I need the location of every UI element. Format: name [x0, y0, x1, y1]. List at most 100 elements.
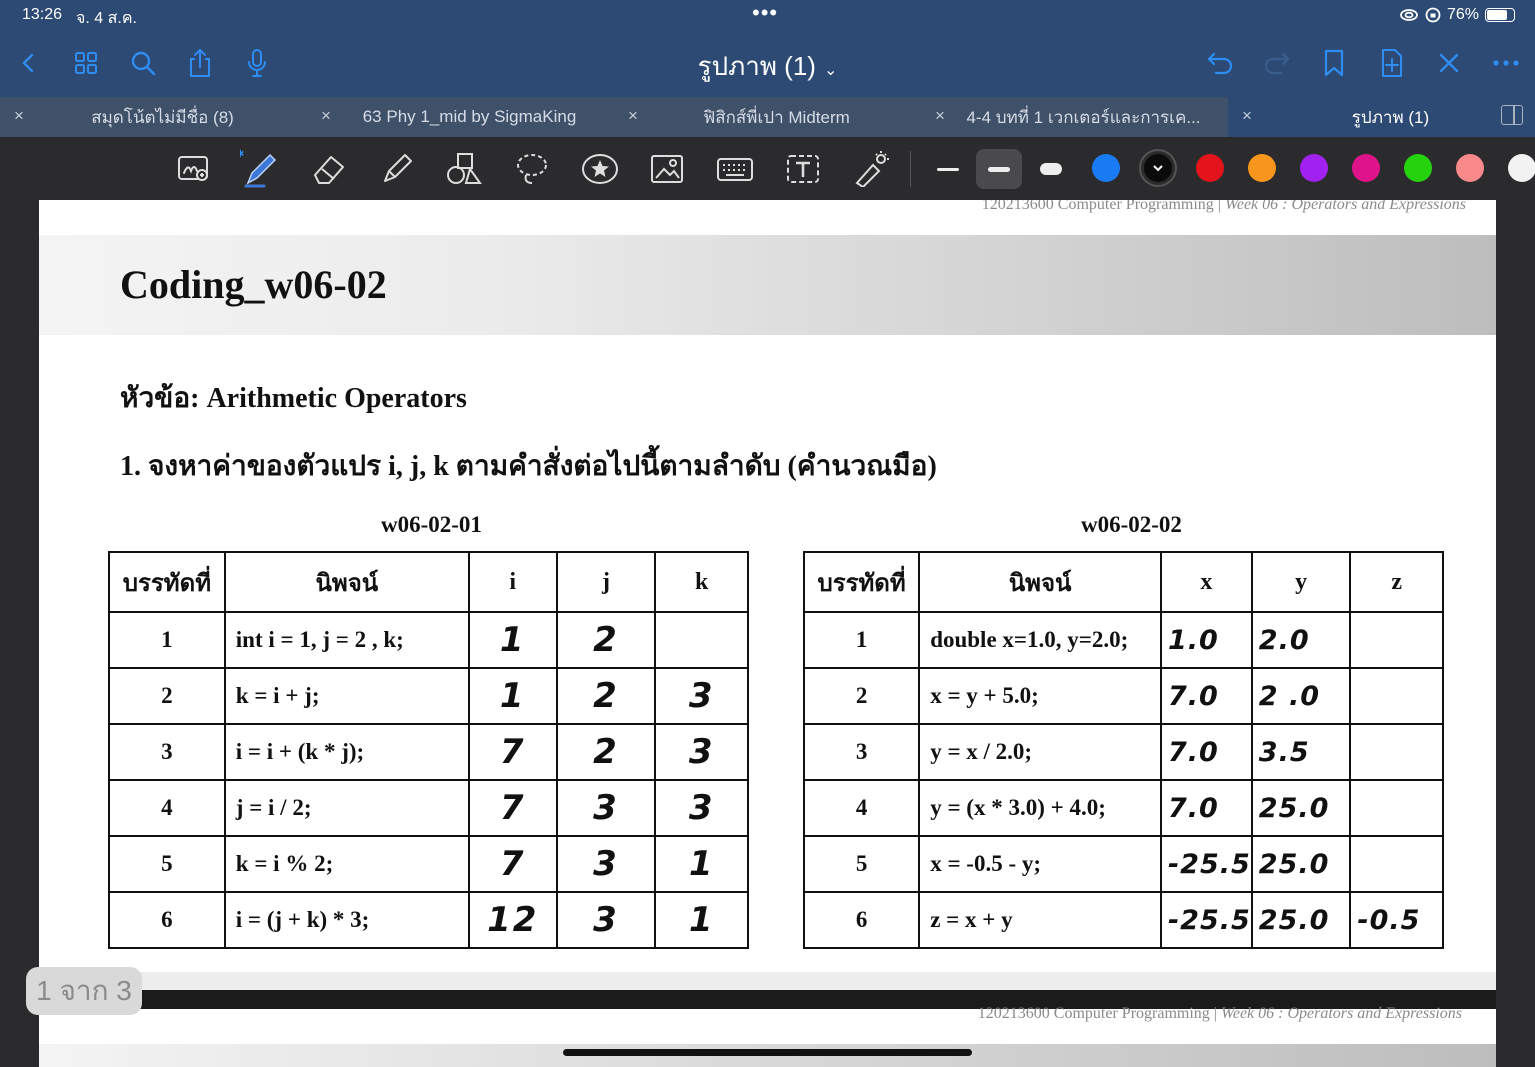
tab-vector-chapter[interactable]: × 4-4 บทที่ 1 เวกเตอร์และการเค...	[921, 97, 1228, 137]
split-view-icon[interactable]	[1501, 105, 1523, 125]
handwritten-value-cell: 2	[555, 723, 657, 781]
microphone-icon[interactable]	[240, 46, 274, 80]
table2-caption: w06-02-02	[1081, 512, 1182, 537]
bookmark-icon[interactable]	[1317, 46, 1351, 80]
handwritten-value-cell: 7	[467, 723, 558, 781]
handwritten-value-cell: -25.5	[1159, 891, 1253, 949]
line-number-cell: 5	[802, 835, 921, 893]
image-icon[interactable]	[646, 149, 688, 189]
handwritten-value-cell	[1349, 723, 1444, 781]
svg-text:✱: ✱	[240, 149, 244, 160]
handwritten-value-cell: 3	[555, 891, 657, 949]
handwritten-value-cell	[1349, 835, 1444, 893]
handwritten-value-cell: 1	[467, 611, 558, 669]
tab-close-icon[interactable]: ×	[935, 106, 945, 126]
expression-cell: j = i / 2;	[223, 779, 470, 837]
battery-icon	[1485, 8, 1515, 22]
line-number-cell: 4	[108, 779, 226, 837]
tab-phy-mid[interactable]: × 63 Phy 1_mid by SigmaKing	[307, 97, 614, 137]
handwritten-value-cell: 2	[555, 611, 657, 669]
shapes-icon[interactable]	[443, 149, 485, 189]
tab-label: 63 Phy 1_mid by SigmaKing	[362, 107, 577, 126]
back-icon[interactable]	[12, 46, 46, 80]
table-w06-02-02: บรรทัดที่ นิพจน์ x y z 1 double x=1.0, y=2.0; 1…	[802, 551, 1444, 949]
stroke-thick[interactable]	[1028, 149, 1074, 189]
line-number-cell: 3	[108, 723, 226, 781]
color-pink[interactable]	[1456, 154, 1484, 182]
keyboard-icon[interactable]	[714, 149, 756, 189]
expression-cell: x = -0.5 - y;	[918, 835, 1162, 893]
column-header: นิพจน์	[918, 551, 1162, 613]
add-page-icon[interactable]	[1375, 46, 1409, 80]
color-white[interactable]	[1508, 154, 1535, 182]
multitask-dots[interactable]: •••	[752, 0, 778, 26]
table-row: 4j = i / 2; 7 3 3	[108, 779, 749, 837]
line-number-cell: 1	[108, 611, 226, 669]
stroke-medium[interactable]	[976, 149, 1022, 189]
handwritten-value-cell: 25.0	[1250, 779, 1352, 837]
color-black-selected[interactable]	[1144, 154, 1172, 182]
color-magenta[interactable]	[1352, 154, 1380, 182]
handwritten-value-cell: 7.0	[1159, 723, 1253, 781]
search-icon[interactable]	[126, 46, 160, 80]
line-number-cell: 3	[802, 723, 921, 781]
table-row: 6z = x + y -25.5 25.0 -0.5	[802, 891, 1444, 949]
document-page: 120213600 Computer Programming | Week 06…	[39, 200, 1496, 990]
more-icon[interactable]	[1489, 46, 1523, 80]
page-header: 120213600 Computer Programming | Week 06…	[977, 1005, 1462, 1022]
expression-cell: int i = 1, j = 2 , k;	[223, 611, 470, 669]
redo-icon[interactable]	[1260, 46, 1294, 80]
color-red[interactable]	[1196, 154, 1224, 182]
color-purple[interactable]	[1300, 154, 1328, 182]
home-indicator[interactable]	[563, 1049, 972, 1056]
tab-close-icon[interactable]: ×	[14, 106, 24, 126]
line-number-cell: 2	[108, 667, 226, 725]
line-number-cell: 5	[108, 835, 226, 893]
tab-close-icon[interactable]: ×	[1242, 106, 1252, 126]
sticker-icon[interactable]	[579, 149, 621, 189]
line-number-cell: 4	[802, 779, 921, 837]
subject-heading: หัวข้อ: Arithmetic Operators	[120, 383, 467, 414]
handwritten-value-cell: 7	[467, 835, 558, 893]
handwritten-value-cell: 3	[555, 835, 657, 893]
share-icon[interactable]	[183, 46, 217, 80]
zoom-handwriting-icon[interactable]	[173, 149, 215, 189]
grid-view-icon[interactable]	[69, 46, 103, 80]
tab-untitled-notebook[interactable]: × สมุดโน้ตไม่มีชื่อ (8)	[0, 97, 307, 137]
handwritten-value-cell: 3.5	[1250, 723, 1352, 781]
lasso-icon[interactable]	[511, 149, 553, 189]
eraser-icon[interactable]	[308, 149, 350, 189]
table-row: 3y = x / 2.0; 7.0 3.5	[802, 723, 1444, 781]
pen-tool-icon[interactable]: ✱	[239, 149, 281, 189]
orientation-lock-icon	[1425, 7, 1441, 23]
tab-close-icon[interactable]: ×	[321, 106, 331, 126]
document-title[interactable]: รูปภาพ (1) ⌄	[0, 46, 1535, 87]
tab-label: รูปภาพ (1)	[1351, 107, 1430, 127]
color-orange[interactable]	[1248, 154, 1276, 182]
handwritten-value-cell: 2	[555, 667, 657, 725]
stroke-thin[interactable]	[925, 149, 971, 189]
tab-label: ฟิสิกส์พี่เปา Midterm	[703, 107, 850, 127]
tab-label: สมุดโน้ตไม่มีชื่อ (8)	[91, 107, 234, 127]
tab-close-icon[interactable]: ×	[628, 106, 638, 126]
tab-image-active[interactable]: × รูปภาพ (1)	[1228, 97, 1535, 137]
handwritten-value-cell: 1	[654, 891, 749, 949]
status-right: 76%	[1399, 6, 1515, 24]
handwritten-value-cell: 1.0	[1159, 611, 1253, 669]
text-box-icon[interactable]	[782, 149, 824, 189]
color-green[interactable]	[1404, 154, 1432, 182]
expression-cell: y = x / 2.0;	[918, 723, 1162, 781]
column-header: บรรทัดที่	[802, 551, 921, 613]
page-title: Coding_w06-02	[120, 262, 387, 307]
handwritten-value-cell: 25.0	[1250, 891, 1352, 949]
expression-cell: z = x + y	[918, 891, 1162, 949]
tab-physics-midterm[interactable]: × ฟิสิกส์พี่เปา Midterm	[614, 97, 921, 137]
highlighter-icon[interactable]	[376, 149, 418, 189]
handwritten-value-cell: 7	[467, 779, 558, 837]
undo-icon[interactable]	[1203, 46, 1237, 80]
color-blue[interactable]	[1092, 154, 1120, 182]
laser-pointer-icon[interactable]	[850, 149, 892, 189]
chevron-down-icon[interactable]: ⌄	[824, 62, 837, 79]
status-date: จ. 4 ส.ค.	[76, 10, 137, 27]
close-icon[interactable]	[1432, 46, 1466, 80]
